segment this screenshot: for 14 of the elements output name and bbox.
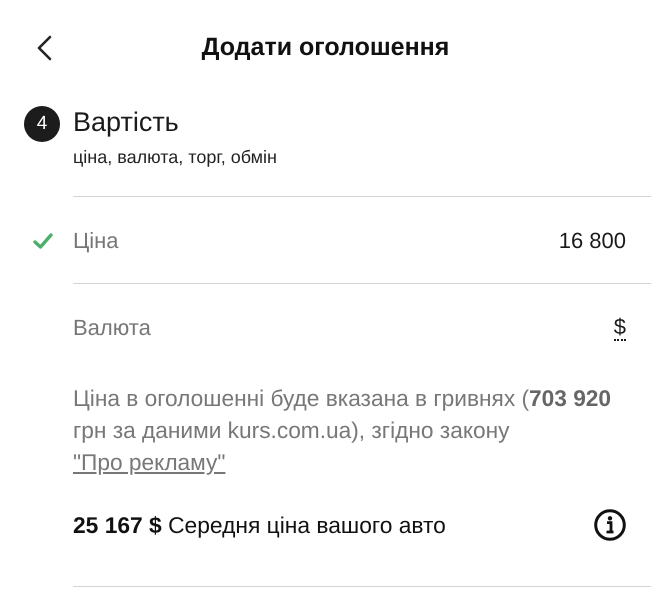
- average-price-text: 25 167 $ Середня ціна вашого авто: [73, 511, 446, 540]
- price-input[interactable]: 16 800: [558, 224, 626, 256]
- step-number-badge: 4: [24, 106, 60, 142]
- advertising-law-link[interactable]: "Про рекламу": [73, 449, 226, 475]
- page-title: Додати оголошення: [202, 32, 450, 64]
- section-title: Вартість: [73, 106, 180, 139]
- field-label: Ціна: [73, 226, 119, 254]
- field-label: Валюта: [73, 314, 151, 342]
- info-icon[interactable]: [594, 509, 626, 542]
- back-chevron-icon: [36, 35, 52, 61]
- currency-note: Ціна в оголошенні буде вказана в гривнях (703 920 грн за даними kurs.com.ua), згідно закону "Про рекламу": [73, 384, 612, 477]
- currency-select[interactable]: $: [614, 314, 626, 340]
- section-subtitle: ціна, валюта, торг, обмін: [73, 146, 277, 168]
- back-button[interactable]: [36, 35, 52, 61]
